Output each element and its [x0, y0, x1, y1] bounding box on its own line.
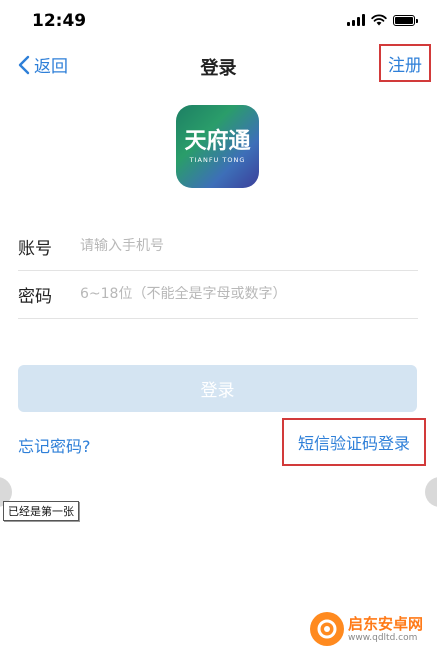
account-label: 账号: [18, 238, 52, 259]
sms-login-link[interactable]: 短信验证码登录: [282, 418, 426, 466]
tooltip: 已经是第一张: [3, 501, 79, 521]
watermark-url: www.qdltd.com: [348, 632, 418, 643]
watermark-title: 启东安卓网: [348, 614, 424, 633]
login-button[interactable]: 登录: [18, 365, 417, 412]
logo-sub-text: TIANFU TONG: [189, 155, 246, 164]
next-arrow-button[interactable]: [425, 477, 437, 507]
account-row: 账号: [18, 222, 418, 271]
watermark-text: 启东安卓网 www.qdltd.com: [348, 615, 423, 644]
status-time: 12:49: [32, 11, 87, 31]
app-logo: 天府通 TIANFU TONG: [176, 105, 259, 188]
nav-bar: 返回 登录 注册: [0, 44, 437, 88]
wifi-icon: [371, 14, 387, 26]
watermark-logo-icon: [310, 612, 344, 646]
password-input[interactable]: [80, 286, 418, 302]
logo-main-text: 天府通: [184, 128, 251, 154]
password-row: 密码: [18, 270, 418, 319]
battery-icon: [393, 14, 418, 26]
account-input[interactable]: [80, 238, 418, 254]
page-title: 登录: [200, 58, 237, 79]
register-button[interactable]: 注册: [379, 44, 431, 82]
status-icons: [347, 14, 418, 26]
forgot-password-link[interactable]: 忘记密码?: [18, 433, 91, 457]
password-label: 密码: [18, 286, 52, 307]
watermark: 启东安卓网 www.qdltd.com: [310, 612, 423, 646]
status-bar: 12:49: [0, 0, 437, 44]
cellular-signal-icon: [347, 14, 365, 26]
